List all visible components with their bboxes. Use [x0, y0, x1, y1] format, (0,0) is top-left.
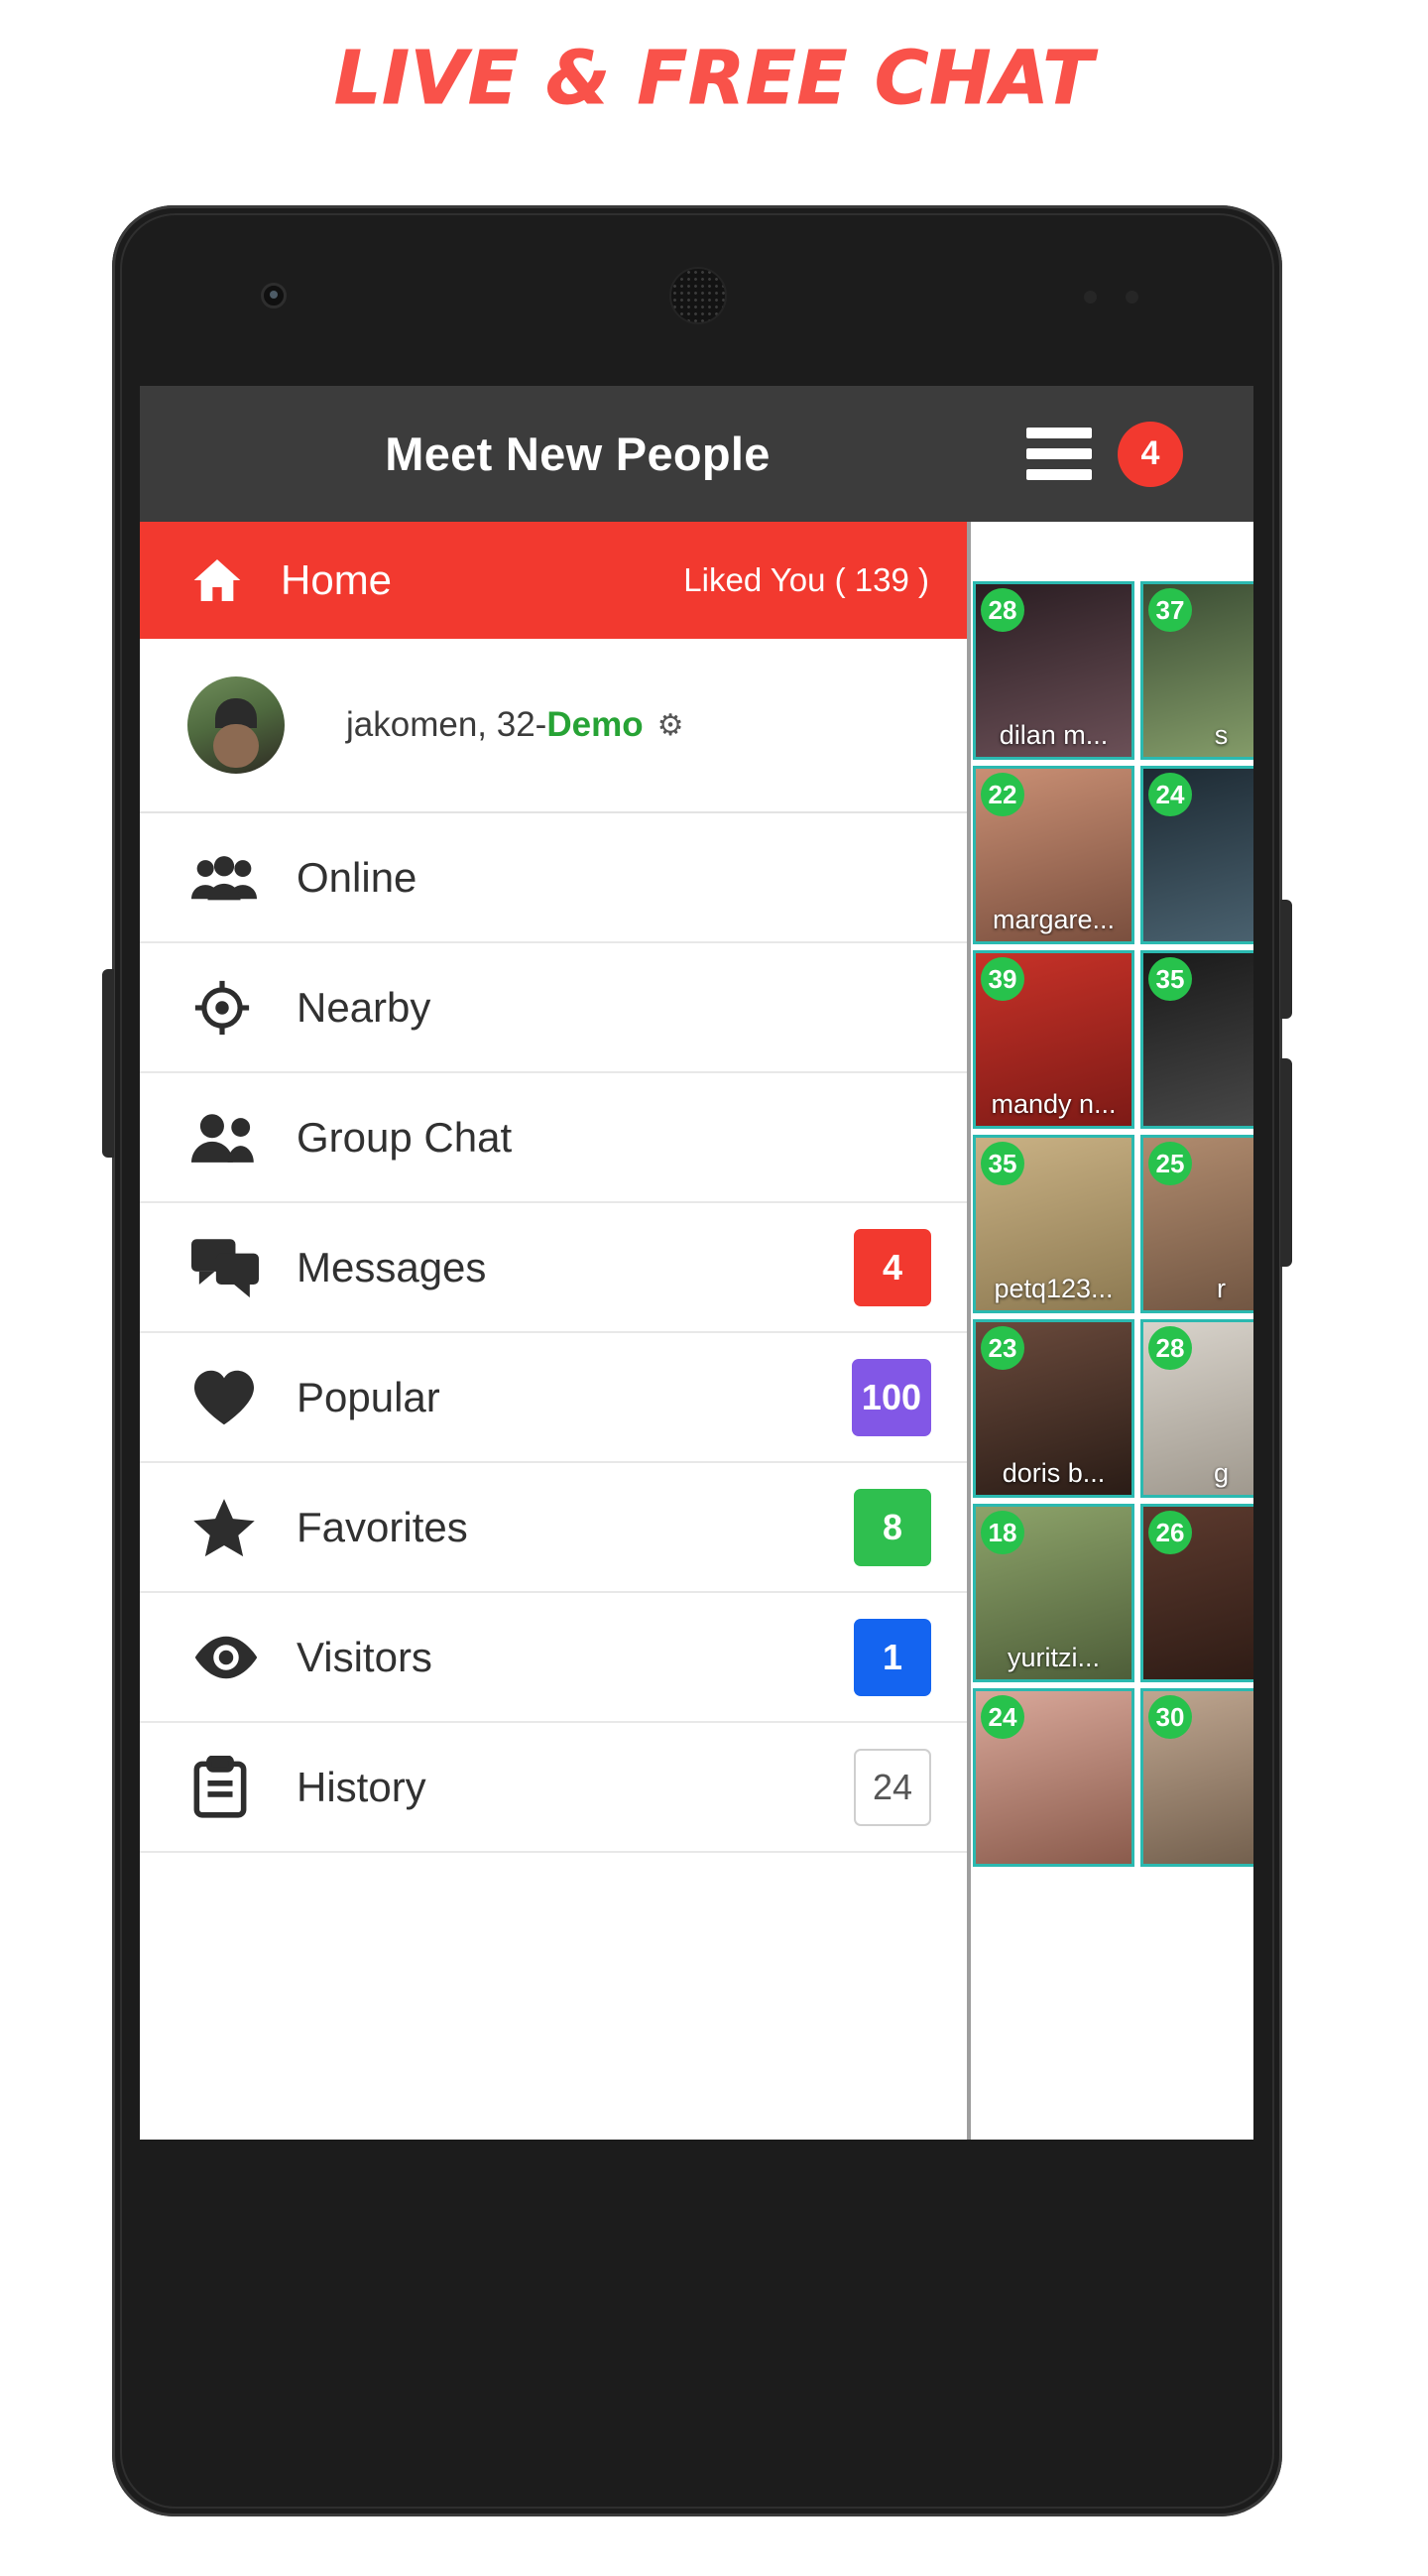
drawer-item-messages[interactable]: Messages 4: [140, 1203, 967, 1333]
drawer-profile-row[interactable]: jakomen, 32 - Demo ⚙: [140, 639, 967, 813]
drawer-item-favorites[interactable]: Favorites 8: [140, 1463, 967, 1593]
front-camera-icon: [261, 283, 287, 308]
profile-name-label: margare...: [992, 905, 1116, 934]
drawer-item-label: Online: [297, 853, 417, 901]
age-badge: 18: [981, 1511, 1024, 1554]
eye-icon: [191, 1634, 277, 1681]
light-sensor: [1126, 291, 1138, 304]
drawer-item-label: Nearby: [297, 983, 431, 1031]
grid-tile[interactable]: 18 yuritzi...: [973, 1504, 1134, 1682]
grid-tile[interactable]: 26: [1140, 1504, 1253, 1682]
age-badge: 28: [981, 588, 1024, 632]
drawer-item-label: Group Chat: [297, 1113, 513, 1161]
clipboard-icon: [191, 1755, 277, 1819]
age-badge: 35: [981, 1142, 1024, 1185]
phone-mockup: Meet New People 4 28 dilan m... 37 s 22 marga…: [102, 205, 1315, 2576]
profile-name-label: petq123...: [994, 1274, 1114, 1303]
grid-tile[interactable]: 30: [1140, 1688, 1253, 1867]
drawer-item-visitors[interactable]: Visitors 1: [140, 1593, 967, 1723]
grid-tile[interactable]: 23 doris b...: [973, 1319, 1134, 1498]
drawer-item-label: Popular: [297, 1373, 440, 1420]
profile-info: jakomen, 32 - Demo ⚙: [346, 705, 683, 745]
profile-name-label: yuritzi...: [1007, 1643, 1100, 1672]
drawer-item-label: Visitors: [297, 1633, 432, 1680]
proximity-sensor: [1084, 291, 1097, 304]
drawer-item-badge: 8: [854, 1488, 931, 1566]
age-badge: 28: [1148, 1326, 1192, 1370]
chat-bubble-icon: [191, 1238, 277, 1297]
star-icon: [191, 1497, 277, 1558]
drawer-item-badge: 4: [854, 1228, 931, 1306]
drawer-item-nearby[interactable]: Nearby: [140, 943, 967, 1073]
grid-tile[interactable]: 24: [973, 1688, 1134, 1867]
grid-tile[interactable]: 37 s: [1140, 581, 1253, 760]
drawer-home-label: Home: [281, 556, 393, 603]
navigation-drawer: Home Liked You ( 139 ) jakomen, 32 - Dem…: [140, 522, 971, 2140]
profile-separator: -: [535, 705, 547, 744]
phone-body: Meet New People 4 28 dilan m... 37 s 22 marga…: [102, 205, 1292, 2516]
target-icon: [191, 977, 277, 1039]
home-icon: [187, 552, 259, 608]
profile-demo-label: Demo: [546, 705, 644, 744]
avatar: [187, 676, 285, 774]
profile-name-label: g: [1213, 1458, 1230, 1488]
profile-name-label: s: [1214, 720, 1229, 750]
liked-you-label[interactable]: Liked You ( 139 ): [683, 561, 929, 599]
profile-name-label: doris b...: [1002, 1458, 1106, 1488]
two-people-icon: [191, 1109, 277, 1166]
hamburger-icon[interactable]: [1026, 428, 1092, 480]
age-badge: 30: [1148, 1695, 1192, 1739]
phone-side-button-left: [102, 969, 114, 1158]
drawer-item-badge: 24: [854, 1748, 931, 1826]
profile-name-label: mandy n...: [991, 1089, 1117, 1119]
drawer-item-label: History: [297, 1763, 426, 1810]
profile-name-label: r: [1217, 1274, 1226, 1303]
drawer-item-label: Messages: [297, 1243, 487, 1290]
grid-tile[interactable]: 39 mandy n...: [973, 950, 1134, 1129]
drawer-item-history[interactable]: History 24: [140, 1723, 967, 1853]
drawer-item-home[interactable]: Home Liked You ( 139 ): [140, 522, 967, 639]
gear-icon[interactable]: ⚙: [657, 708, 684, 743]
age-badge: 37: [1148, 588, 1192, 632]
heart-icon: [191, 1368, 277, 1427]
age-badge: 39: [981, 957, 1024, 1001]
earpiece-speaker: [669, 267, 727, 324]
phone-side-button-right-top: [1280, 900, 1292, 1019]
page-title: LIVE & FREE CHAT: [334, 36, 1094, 122]
drawer-item-online[interactable]: Online: [140, 813, 967, 943]
grid-tile[interactable]: 22 margare...: [973, 766, 1134, 944]
phone-bottom-bezel: [140, 2140, 1253, 2437]
age-badge: 22: [981, 773, 1024, 816]
app-bar: Meet New People 4: [140, 386, 1253, 522]
drawer-item-badge: 100: [851, 1358, 931, 1436]
drawer-item-popular[interactable]: Popular 100: [140, 1333, 967, 1463]
age-badge: 25: [1148, 1142, 1192, 1185]
message-count-badge[interactable]: 4: [1118, 421, 1183, 487]
profile-name: jakomen, 32: [346, 705, 536, 744]
profile-name-label: dilan m...: [999, 720, 1109, 750]
grid-tile[interactable]: 25 r: [1140, 1135, 1253, 1313]
grid-tile[interactable]: 35: [1140, 950, 1253, 1129]
grid-tile[interactable]: 28 dilan m...: [973, 581, 1134, 760]
age-badge: 35: [1148, 957, 1192, 1001]
drawer-item-badge: 1: [854, 1618, 931, 1696]
people-group-icon: [191, 850, 277, 906]
phone-side-button-right-bottom: [1280, 1058, 1292, 1267]
age-badge: 23: [981, 1326, 1024, 1370]
app-title: Meet New People: [385, 428, 771, 480]
drawer-menu-list: Online Nearby Group Chat Messages 4 Popular 10…: [140, 813, 967, 1853]
drawer-item-group-chat[interactable]: Group Chat: [140, 1073, 967, 1203]
age-badge: 26: [1148, 1511, 1192, 1554]
people-grid: 28 dilan m... 37 s 22 margare... 24 39 mandy n..…: [971, 522, 1253, 2140]
grid-tile[interactable]: 28 g: [1140, 1319, 1253, 1498]
grid-tile[interactable]: 35 petq123...: [973, 1135, 1134, 1313]
app-bar-actions: 4: [956, 421, 1253, 487]
grid-tile[interactable]: 24: [1140, 766, 1253, 944]
age-badge: 24: [981, 1695, 1024, 1739]
age-badge: 24: [1148, 773, 1192, 816]
drawer-item-label: Favorites: [297, 1503, 468, 1550]
phone-screen: Meet New People 4 28 dilan m... 37 s 22 marga…: [140, 386, 1253, 2140]
